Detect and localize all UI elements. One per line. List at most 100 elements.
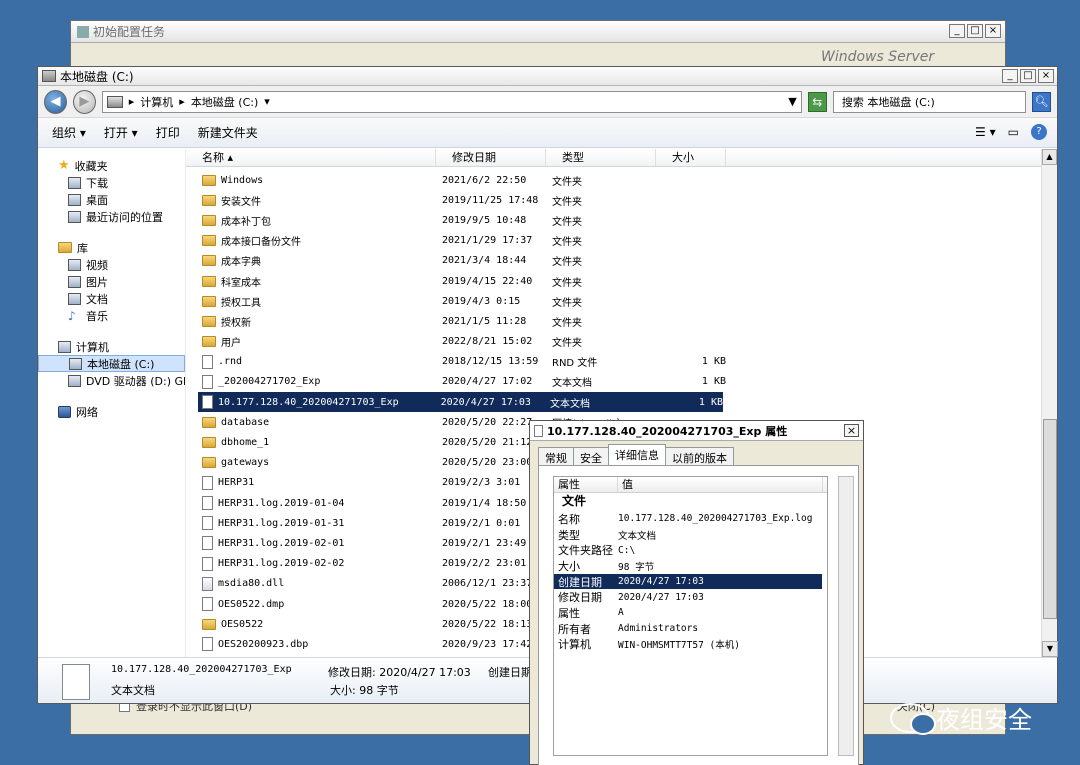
file-row[interactable]: 成本补丁包 2019/9/5 10:48 文件夹 <box>186 210 1043 230</box>
minimize-button[interactable]: _ <box>1002 69 1018 83</box>
file-row[interactable]: Windows 2021/6/2 22:50 文件夹 <box>186 170 1043 190</box>
search-input[interactable]: 搜索 本地磁盘 (C:) <box>832 90 1026 113</box>
file-row[interactable]: 科室成本 2019/4/15 22:40 文件夹 <box>186 271 1043 291</box>
file-row[interactable]: 安装文件 2019/11/25 17:48 文件夹 <box>186 190 1043 210</box>
document-icon <box>68 292 81 305</box>
help-icon[interactable]: ? <box>1031 124 1047 140</box>
organize-button[interactable]: 组织 ▾ <box>52 124 86 141</box>
nav-item-videos[interactable]: 视频 <box>38 256 185 273</box>
property-row[interactable]: 名称 10.177.128.40_202004271703_Exp.log <box>554 511 827 527</box>
file-row[interactable]: 用户 2022/8/21 15:02 文件夹 <box>186 332 1043 352</box>
file-row[interactable]: 10.177.128.40_202004271703_Exp 2020/4/27 … <box>198 392 723 413</box>
file-size: 1 KB <box>698 396 723 408</box>
file-name: 授权新 <box>221 317 251 329</box>
file-date: 2019/11/25 17:48 <box>442 194 539 206</box>
file-date: 2021/1/5 11:28 <box>442 315 527 327</box>
property-row[interactable]: 修改日期 2020/4/27 17:03 <box>554 589 827 605</box>
breadcrumb-computer[interactable]: 计算机 <box>140 94 173 110</box>
maximize-button[interactable]: □ <box>967 24 983 38</box>
column-value[interactable]: 值 <box>618 477 823 492</box>
nav-item-recent[interactable]: 最近访问的位置 <box>38 208 185 225</box>
file-row[interactable]: .rnd 2018/12/15 13:59 RND 文件 1 KB <box>186 352 1043 372</box>
file-size: 1 KB <box>701 376 726 388</box>
folder-icon <box>202 235 216 247</box>
nav-item-documents[interactable]: 文档 <box>38 290 185 307</box>
file-type: 文件夹 <box>552 338 582 350</box>
tab-3[interactable]: 以前的版本 <box>665 447 734 465</box>
preview-pane-icon[interactable]: ▭ <box>1008 125 1019 139</box>
file-name: HERP31.log.2019-01-31 <box>218 517 345 529</box>
property-scrollbar[interactable] <box>838 476 854 756</box>
tab-0[interactable]: 常规 <box>538 447 574 465</box>
details-created: 创建日期 <box>488 666 532 679</box>
file-row[interactable]: 授权新 2021/1/5 11:28 文件夹 <box>186 311 1043 331</box>
property-row[interactable]: 类型 文本文档 <box>554 527 827 543</box>
search-icon[interactable]: 🔍︎ <box>1031 91 1052 112</box>
file-row[interactable]: 成本字典 2021/3/4 18:44 文件夹 <box>186 251 1043 271</box>
close-button[interactable]: × <box>844 424 859 437</box>
close-button[interactable]: × <box>985 24 1001 38</box>
property-row[interactable]: 文件夹路径 C:\ <box>554 542 827 558</box>
nav-item-music[interactable]: ♪ 音乐 <box>38 307 185 324</box>
file-row[interactable]: 授权工具 2019/4/3 0:15 文件夹 <box>186 291 1043 311</box>
explorer-title: 本地磁盘 (C:) <box>60 69 134 84</box>
back-button[interactable]: ◀ <box>44 89 67 114</box>
folder-icon <box>202 194 216 206</box>
folder-icon <box>202 295 216 307</box>
breadcrumb-local-disk[interactable]: 本地磁盘 (C:) <box>191 94 258 110</box>
scroll-thumb[interactable] <box>1043 419 1057 619</box>
nav-network[interactable]: 网络 <box>38 403 185 420</box>
view-options-icon[interactable]: ☰ ▾ <box>975 125 996 139</box>
column-modified[interactable]: 修改日期 <box>436 149 546 166</box>
file-type: 文件夹 <box>552 196 582 208</box>
refresh-button[interactable]: ⇆ <box>807 91 827 112</box>
property-row[interactable]: 大小 98 字节 <box>554 558 827 574</box>
nav-item-pictures[interactable]: 图片 <box>38 273 185 290</box>
tab-1[interactable]: 安全 <box>573 447 609 465</box>
file-row[interactable]: _202004271702_Exp 2020/4/27 17:02 文本文档 1 KB <box>186 372 1043 392</box>
chevron-down-icon[interactable]: ▼ <box>788 95 800 108</box>
forward-button[interactable]: ▶ <box>72 89 96 114</box>
column-name[interactable]: 名称 ▴ <box>186 149 436 166</box>
file-name: Windows <box>221 174 264 186</box>
property-key: 类型 <box>558 528 580 542</box>
scroll-up-icon[interactable]: ▲ <box>1042 149 1057 165</box>
address-box[interactable]: ▸ 计算机 ▸ 本地磁盘 (C:) ▾ ▼ <box>101 90 802 113</box>
text-file-icon <box>534 424 543 437</box>
properties-dialog: 10.177.128.40_202004271703_Exp 属性 × 常规 安全… <box>529 420 864 765</box>
open-button[interactable]: 打开 ▾ <box>104 124 138 141</box>
vertical-scrollbar[interactable]: ▲ ▼ <box>1041 149 1058 657</box>
column-type[interactable]: 类型 <box>546 149 656 166</box>
details-tab-panel: 属性 值 文件 名称 10.177.128.40_202004271703_Exp… <box>538 465 859 765</box>
minimize-button[interactable]: _ <box>949 24 965 38</box>
file-name: .rnd <box>218 356 243 368</box>
property-row[interactable]: 计算机 WIN-OHMSMTT7T57 (本机) <box>554 637 827 653</box>
print-button[interactable]: 打印 <box>156 124 180 141</box>
nav-item-dvd[interactable]: DVD 驱动器 (D:) GR <box>38 372 185 389</box>
nav-computer[interactable]: 计算机 <box>38 338 185 355</box>
nav-favorites[interactable]: ★ 收藏夹 <box>38 157 185 174</box>
nav-item-local-disk[interactable]: 本地磁盘 (C:) <box>38 355 185 372</box>
property-key: 创建日期 <box>558 575 602 589</box>
property-row[interactable]: 创建日期 2020/4/27 17:03 <box>554 573 822 590</box>
nav-item-desktop[interactable]: 桌面 <box>38 191 185 208</box>
maximize-button[interactable]: □ <box>1020 69 1036 83</box>
file-name: 成本字典 <box>221 257 261 269</box>
file-date: 2020/4/27 17:02 <box>442 376 533 388</box>
scroll-down-icon[interactable]: ▼ <box>1042 641 1058 657</box>
nav-item-downloads[interactable]: 下载 <box>38 174 185 191</box>
tab-2[interactable]: 详细信息 <box>608 444 666 465</box>
column-size[interactable]: 大小 <box>656 149 726 166</box>
property-row[interactable]: 所有者 Administrators <box>554 621 827 637</box>
close-button[interactable]: × <box>1038 69 1054 83</box>
file-name: 10.177.128.40_202004271703_Exp <box>218 396 399 408</box>
drive-icon <box>69 357 82 370</box>
file-name: dbhome_1 <box>221 437 270 449</box>
nav-libraries[interactable]: 库 <box>38 239 185 256</box>
property-value: WIN-OHMSMTT7T57 (本机) <box>618 640 740 652</box>
folder-icon <box>202 336 216 348</box>
property-row[interactable]: 属性 A <box>554 605 827 621</box>
new-folder-button[interactable]: 新建文件夹 <box>198 124 258 141</box>
column-property[interactable]: 属性 <box>554 477 618 492</box>
file-row[interactable]: 成本接口备份文件 2021/1/29 17:37 文件夹 <box>186 231 1043 251</box>
